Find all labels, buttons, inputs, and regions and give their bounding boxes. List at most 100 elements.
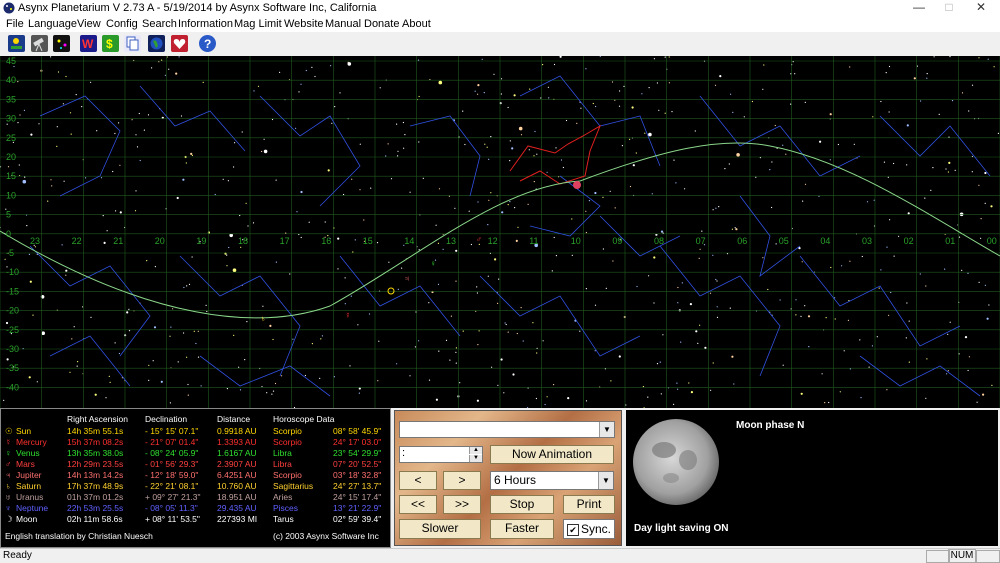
interval-dropdown[interactable]: 6 Hours ▼ [490,471,614,490]
num-lock-indicator: NUM [948,549,976,563]
planet-name: Mars [16,459,35,469]
menu-information[interactable]: Information [178,18,233,30]
menu-language[interactable]: Language [28,18,77,30]
planet-symbol-icon: ♆ [5,503,12,513]
menu-file[interactable]: File [6,18,24,30]
dec-label: 10 [6,190,16,200]
sky-view-icon[interactable] [8,35,25,52]
menu-config[interactable]: Config [106,18,138,30]
planet-row: ♄ Saturn 17h 37m 48.9s - 22° 21' 08.1" 10.76… [5,481,390,492]
faster-button[interactable]: Faster [490,519,554,539]
copyright: (c) 2003 Asynx Software Inc [273,531,379,541]
maximize-button[interactable]: □ [934,0,964,17]
dollar-icon[interactable]: $ [102,35,119,52]
header-horoscope: Horoscope Data [273,414,335,424]
app-icon [3,2,15,14]
moon-phase-panel: Moon phase N Day light saving ON [626,410,998,546]
step-forward-button[interactable]: > [443,471,481,490]
planet-degree: 08° 58' 45.9" [333,426,382,436]
ra-label: 10 [571,236,581,246]
stop-button[interactable]: Stop [490,495,554,514]
planet-row: ♃ Jupiter 14h 13m 14.2s - 12° 18' 59.0" 6.42… [5,470,390,481]
animation-control-panel: ▼ : ▲ ▼ Now Animation < > 6 Hours ▼ << >… [394,410,622,546]
dec-label: 40 [6,75,16,85]
planet-dec: - 01° 56' 29.3" [145,459,199,469]
planet-sign: Scorpio [273,470,302,480]
planet-symbol-icon: ♄ [5,481,12,491]
menu-search[interactable]: Search [142,18,177,30]
dec-label: -40 [6,382,19,392]
menu-website[interactable]: Website [284,18,324,30]
step-back-button[interactable]: < [399,471,437,490]
fast-forward-button[interactable]: >> [443,495,481,514]
ra-label: 18 [238,236,248,246]
close-button[interactable]: ✕ [966,0,996,17]
planet-symbol-icon: ♃ [5,470,12,480]
spin-down-icon[interactable]: ▼ [469,455,482,462]
help-icon[interactable]: ? [199,35,216,52]
ra-label: 03 [862,236,872,246]
svg-text:$: $ [106,37,113,51]
menu-manual[interactable]: Manual [325,18,361,30]
title-bar: Asynx Planetarium V 2.73 A - 5/19/2014 b… [0,0,1000,17]
planet-row: ♆ Neptune 22h 53m 25.5s - 08° 05' 11.3" 29.4… [5,503,390,514]
planet-dec: - 22° 21' 08.1" [145,481,199,491]
mars-marker[interactable]: ♂ [476,235,482,244]
sync-checkbox[interactable]: ✔ Sync. [563,519,615,539]
ra-label: 09 [612,236,622,246]
planet-ra: 12h 29m 23.5s [67,459,124,469]
heart-icon[interactable] [171,35,188,52]
planet-name: Jupiter [16,470,42,480]
jupiter-marker[interactable]: ♃ [404,274,410,283]
ra-label: 02 [904,236,914,246]
ra-label: 16 [321,236,331,246]
planet-dec: + 09° 27' 21.3" [145,492,201,502]
planet-sign: Libra [273,459,292,469]
menu-mag-limit[interactable]: Mag Limit [234,18,282,30]
fast-back-button[interactable]: << [399,495,437,514]
earth-icon[interactable] [148,35,165,52]
ra-label: 14 [404,236,414,246]
sky-map[interactable]: 45 40 35 30 25 20 15 10 5 0 -5 -10 -15 -20 -25 -30 -35 -4… [0,56,1000,408]
telescope-icon[interactable] [31,35,48,52]
planet-name: Uranus [16,492,44,502]
time-input[interactable]: : ▲ ▼ [399,446,483,463]
dec-label: -25 [6,325,19,335]
spin-up-icon[interactable]: ▲ [469,447,482,454]
now-animation-button[interactable]: Now Animation [490,445,614,464]
location-dropdown[interactable]: ▼ [399,421,615,438]
w-icon[interactable]: W [80,35,97,52]
ra-label: 07 [696,236,706,246]
planet-symbol-icon: ♅ [5,492,12,502]
slower-button[interactable]: Slower [399,519,481,539]
chevron-down-icon[interactable]: ▼ [599,422,614,437]
ra-label: 15 [363,236,373,246]
star-icon[interactable] [53,35,70,52]
dec-label: 35 [6,94,16,104]
translation-credit: English translation by Christian Nuesch [5,531,153,541]
chevron-down-icon[interactable]: ▼ [598,472,613,489]
sun-marker[interactable] [387,287,395,295]
sky-map-canvas[interactable]: 45 40 35 30 25 20 15 10 5 0 -5 -10 -15 -20 -25 -30 -35 -4… [0,56,1000,408]
planet-degree: 24° 17' 03.0" [333,437,382,447]
menu-view[interactable]: View [77,18,101,30]
saturn-marker[interactable]: ♄ [260,314,266,323]
planet-row: ☽ Moon 02h 11m 58.6s + 08° 11' 53.5" 227393 … [5,514,390,525]
print-button[interactable]: Print [563,495,615,514]
menu-donate[interactable]: Donate [364,18,399,30]
moon-marker[interactable] [573,181,581,189]
planet-name: Venus [16,448,40,458]
dec-label: 20 [6,152,16,162]
ra-label: 13 [446,236,456,246]
planet-sign: Scorpio [273,437,302,447]
copy-icon[interactable] [124,35,141,52]
planet-dec: - 15° 15' 07.1" [145,426,199,436]
minimize-button[interactable]: — [904,0,934,17]
dec-label: 30 [6,114,16,124]
venus-marker[interactable]: ♀ [430,259,436,268]
planet-name: Mercury [16,437,47,447]
dec-label: -30 [6,344,19,354]
mercury-marker[interactable]: ☿ [345,311,351,320]
menu-about[interactable]: About [402,18,431,30]
planet-ra: 15h 37m 08.2s [67,437,124,447]
